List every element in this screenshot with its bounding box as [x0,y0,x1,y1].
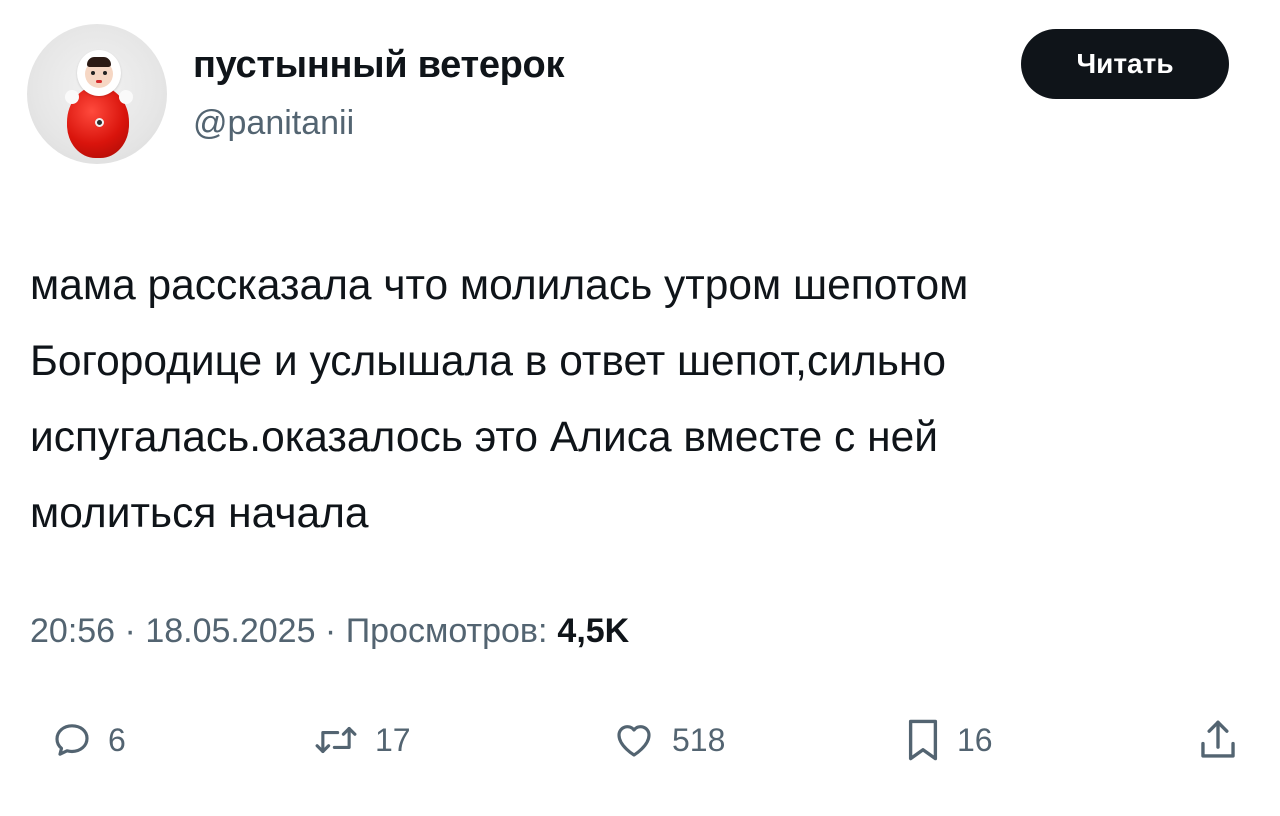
retweet-count: 17 [375,721,411,758]
bookmark-icon [908,719,938,761]
reply-count: 6 [108,721,126,758]
tweet-meta: 20:56 · 18.05.2025 · Просмотров: 4,5K [30,612,629,651]
reply-button[interactable]: 6 [52,710,126,770]
meta-separator: · [315,612,346,650]
tweet-date[interactable]: 18.05.2025 [145,612,315,651]
tweet-time[interactable]: 20:56 [30,612,115,651]
tweet-text: мама рассказала что молилась утром шепот… [30,248,1250,552]
doll-mouth [96,80,102,83]
tweet-text-line: испугалась.оказалось это Алиса вместе с … [30,414,938,461]
reply-icon [55,724,89,756]
bookmark-button[interactable]: 16 [905,710,993,770]
bookmark-count: 16 [957,721,993,758]
doll-hair [87,57,111,67]
doll-flower [95,118,104,127]
avatar[interactable] [27,24,167,164]
doll-eye-left [91,71,95,75]
tweet-text-line: Богородице и услышала в ответ шепот,силь… [30,338,947,385]
meta-separator: · [115,612,146,650]
retweet-icon [315,726,357,754]
share-icon [1201,720,1235,758]
doll-eye-right [103,71,107,75]
tweet-card: пустынный ветерок @panitanii Читать мама… [0,0,1280,816]
tweet-text-line: мама рассказала что молилась утром шепот… [30,262,969,309]
action-bar: 6 17 518 16 [0,710,1280,770]
follow-button[interactable]: Читать [1021,29,1229,99]
like-count: 518 [672,721,726,758]
like-button[interactable]: 518 [612,710,725,770]
views-label: Просмотров: [345,612,548,650]
doll-hand-left [65,90,79,104]
doll-hand-right [119,90,133,104]
display-name[interactable]: пустынный ветерок [193,44,565,87]
views-count: 4,5K [557,612,630,650]
share-button[interactable] [1196,710,1240,770]
user-handle[interactable]: @panitanii [193,104,354,143]
heart-icon [617,725,651,757]
tweet-text-line: молиться начала [30,490,369,537]
retweet-button[interactable]: 17 [313,710,411,770]
